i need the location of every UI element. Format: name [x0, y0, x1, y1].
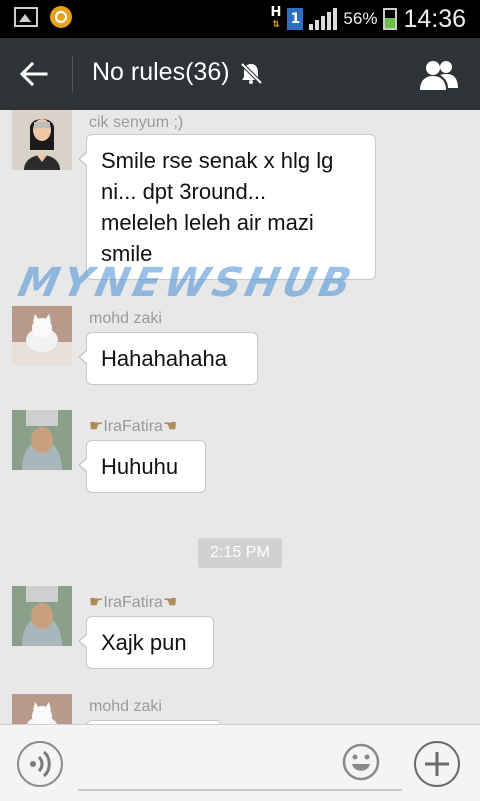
message-line: meleleh leleh air mazi — [101, 210, 314, 235]
message-text: Hahahahaha — [101, 346, 228, 371]
sender-name: mohd zaki — [89, 698, 162, 715]
chat-title[interactable]: No rules(36) — [92, 58, 264, 87]
gallery-notification-icon — [14, 7, 38, 27]
signal-icon — [309, 8, 338, 30]
battery-icon — [383, 8, 398, 30]
avatar[interactable] — [12, 694, 72, 724]
sender-name: cik senyum ;) — [89, 114, 184, 131]
header-divider — [72, 56, 73, 92]
message-text: Huhuhu — [101, 454, 179, 479]
pointing-right-icon: ☛ — [89, 418, 104, 435]
avatar[interactable] — [12, 110, 72, 170]
status-bar: H ⇅ 1 56% 14:36 — [0, 0, 480, 38]
message-line: ni... dpt 3round... — [101, 179, 267, 204]
avatar[interactable] — [12, 306, 72, 366]
message-text: Xajk pun — [101, 630, 187, 655]
mute-icon — [240, 62, 262, 84]
pointing-left-icon: ☚ — [162, 594, 178, 611]
pointing-right-icon: ☛ — [89, 594, 104, 611]
chat-title-text: No rules(36) — [92, 58, 230, 86]
message-bubble[interactable]: Huhuhu — [78, 440, 206, 493]
app-notification-icon — [50, 6, 72, 28]
message-line: smile — [101, 241, 153, 266]
time-divider: 2:15 PM — [198, 538, 282, 568]
group-members-icon[interactable] — [418, 58, 460, 92]
message-bubble[interactable]: Xajk pun — [78, 616, 214, 669]
emoji-icon[interactable] — [342, 743, 380, 781]
sender-name: ☛IraFatira☚ — [89, 418, 178, 435]
chat-header: No rules(36) — [0, 38, 480, 110]
network-type-icon: H ⇅ — [270, 5, 282, 30]
voice-button[interactable] — [17, 741, 63, 787]
battery-percent: 56% — [343, 9, 378, 28]
back-arrow-icon[interactable] — [18, 58, 50, 90]
message-line: Smile rse senak x hlg lg — [101, 148, 334, 173]
pointing-left-icon: ☚ — [162, 418, 178, 435]
message-bubble[interactable]: Smile rse senak x hlg lg ni... dpt 3roun… — [78, 134, 376, 280]
clock: 14:36 — [403, 4, 466, 33]
plus-icon — [425, 752, 449, 776]
sender-name: mohd zaki — [89, 310, 162, 327]
voice-icon — [30, 750, 51, 778]
input-bar — [0, 724, 480, 801]
plus-button[interactable] — [414, 741, 460, 787]
avatar[interactable] — [12, 410, 72, 470]
sender-name: ☛IraFatira☚ — [89, 594, 178, 611]
sim-indicator: 1 — [287, 8, 304, 30]
message-bubble[interactable]: Hahahahaha — [78, 332, 258, 385]
avatar[interactable] — [12, 586, 72, 646]
chat-area[interactable]: cik senyum ;) Smile rse senak x hlg lg n… — [0, 110, 480, 724]
